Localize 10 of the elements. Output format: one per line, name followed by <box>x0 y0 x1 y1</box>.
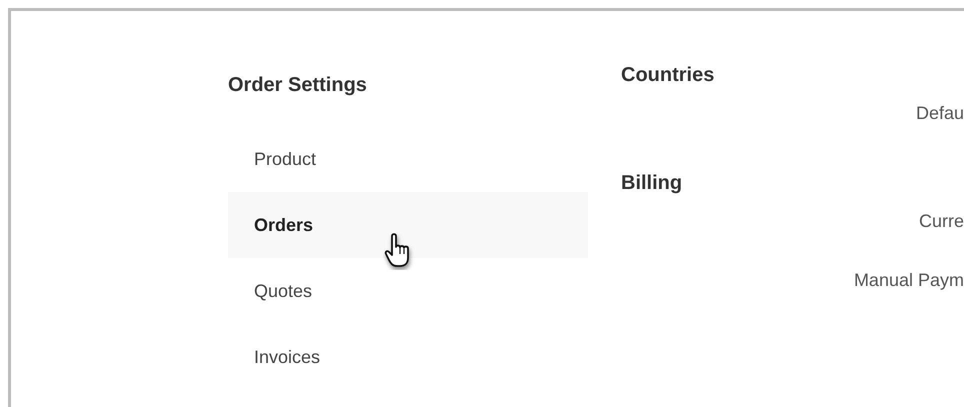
field-label: Manual Paym <box>852 269 964 291</box>
sidebar-item[interactable]: Quotes <box>228 258 588 324</box>
section-heading: Billing <box>621 171 684 195</box>
sidebar-item[interactable]: Orders <box>228 192 588 258</box>
section-heading: Countries <box>621 63 716 87</box>
sidebar-title: Order Settings <box>228 73 368 97</box>
sidebar-item[interactable]: Product <box>228 126 588 192</box>
field-label: Defau <box>914 102 964 124</box>
sidebar-item[interactable]: Invoices <box>228 324 588 390</box>
field-label: Curre <box>918 210 964 232</box>
